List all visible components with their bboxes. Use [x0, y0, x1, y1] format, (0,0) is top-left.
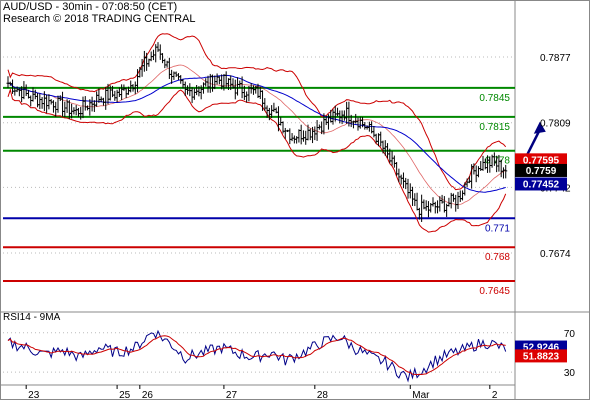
date-tick-label: 27 — [226, 390, 238, 400]
rsi-ma-line — [7, 335, 506, 376]
bollinger-mid-line — [7, 64, 506, 206]
date-tick-label: 23 — [28, 390, 40, 400]
price-tick-label: 0.7809 — [540, 119, 571, 130]
rsi-tick-label: 30 — [564, 368, 576, 379]
chart-frame — [0, 0, 590, 400]
price-tag-label: 0.7759 — [526, 166, 557, 177]
indicators-layer — [7, 33, 507, 233]
date-tick-label: Mar — [412, 390, 430, 400]
date-tick-label: 28 — [317, 390, 329, 400]
date-tick-label: 25 — [119, 390, 131, 400]
price-chart: 0.7845 0.7815 0.778 0.771 0.768 0.7645 0.7877… — [0, 0, 590, 400]
price-tick-label: 0.7877 — [540, 53, 571, 64]
grid-layer — [0, 0, 590, 400]
rsi-tag-label: 51.8823 — [523, 351, 560, 362]
level-label: 0.7815 — [479, 122, 510, 133]
rsi-layer: 703052.924651.8823 — [3, 329, 576, 383]
tags-layer: 0.775950.77590.77452 — [515, 153, 567, 191]
level-label: 0.778 — [485, 156, 510, 167]
moving-average-line — [7, 74, 506, 193]
price-tag-label: 0.77452 — [523, 179, 560, 190]
levels-layer: 0.7845 0.7815 0.778 0.771 0.768 0.7645 — [3, 86, 515, 297]
level-label: 0.768 — [485, 252, 510, 263]
date-tick-label: 26 — [142, 390, 154, 400]
rsi-tick-label: 70 — [564, 329, 576, 340]
level-label: 0.771 — [485, 223, 510, 234]
level-label: 0.7645 — [479, 286, 510, 297]
level-label: 0.7845 — [479, 93, 510, 104]
date-tick-label: 2 — [492, 390, 498, 400]
price-tick-label: 0.7674 — [540, 249, 571, 260]
